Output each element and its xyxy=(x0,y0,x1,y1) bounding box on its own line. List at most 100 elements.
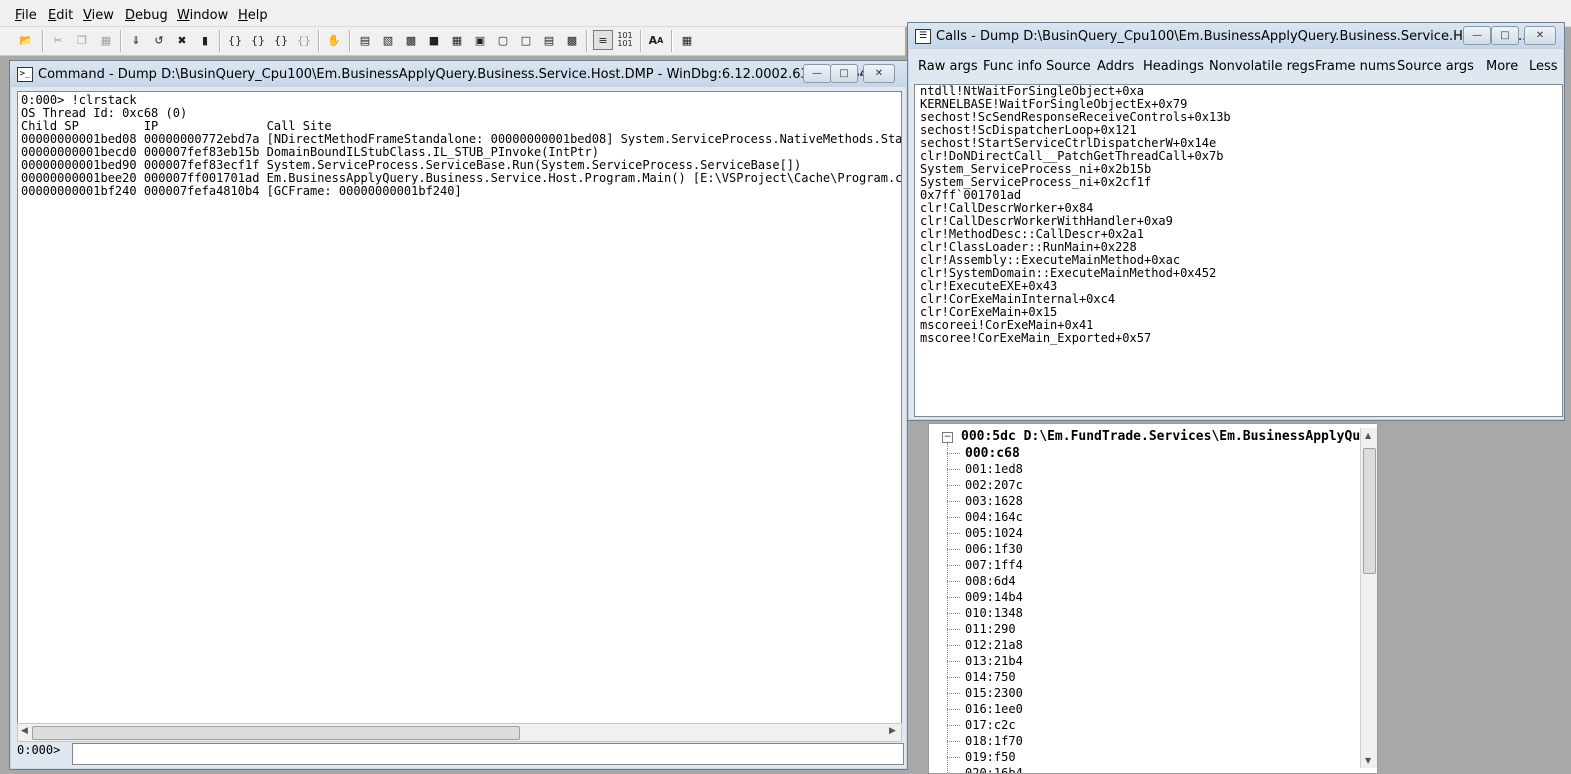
command-input[interactable] xyxy=(72,743,904,765)
menu-window[interactable]: Window xyxy=(177,8,228,23)
stack-frame[interactable]: mscoree!CorExeMain_Exported+0x57 xyxy=(915,332,1562,345)
step-out-icon[interactable]: {} xyxy=(271,30,291,50)
step-over-icon[interactable]: {} xyxy=(248,30,268,50)
collapse-icon[interactable]: − xyxy=(942,432,953,443)
thread-label: 014:750 xyxy=(965,670,1016,684)
scroll-left-icon[interactable]: ◀ xyxy=(21,726,28,736)
processes-threads-icon[interactable]: ▤ xyxy=(539,30,559,50)
frame-nums-button[interactable]: Frame nums xyxy=(1315,59,1396,74)
call-stack-window-icon[interactable]: ▣ xyxy=(470,30,490,50)
source-mode-on-icon[interactable]: ≡ xyxy=(593,30,613,50)
maximize-button[interactable]: □ xyxy=(830,64,858,83)
thread-item[interactable]: 004:164c xyxy=(947,510,1023,524)
locals-window-icon[interactable]: ▩ xyxy=(401,30,421,50)
less-button[interactable]: Less xyxy=(1529,59,1558,74)
menu-file[interactable]: File xyxy=(15,8,37,23)
thread-item[interactable]: 009:14b4 xyxy=(947,590,1023,604)
stop-debugging-icon[interactable]: ✖ xyxy=(172,30,192,50)
tree-branch xyxy=(947,517,960,518)
binary-icon[interactable]: 101 101 xyxy=(615,30,635,50)
scrollbar-thumb[interactable] xyxy=(1363,448,1376,574)
thread-item[interactable]: 006:1f30 xyxy=(947,542,1023,556)
thread-item[interactable]: 011:290 xyxy=(947,622,1016,636)
source-mode-icon[interactable]: ▩ xyxy=(562,30,582,50)
headings-button[interactable]: Headings xyxy=(1143,59,1204,74)
thread-item[interactable]: 017:c2c xyxy=(947,718,1016,732)
step-into-icon[interactable]: {} xyxy=(225,30,245,50)
thread-item[interactable]: 014:750 xyxy=(947,670,1016,684)
thread-item[interactable]: 012:21a8 xyxy=(947,638,1023,652)
cut-icon[interactable]: ✂ xyxy=(48,30,68,50)
source-args-button[interactable]: Source args xyxy=(1397,59,1474,74)
thread-item[interactable]: 013:21b4 xyxy=(947,654,1023,668)
thread-item[interactable]: 015:2300 xyxy=(947,686,1023,700)
source-button[interactable]: Source xyxy=(1046,59,1091,74)
thread-item[interactable]: 002:207c xyxy=(947,478,1023,492)
scroll-up-icon[interactable]: ▲ xyxy=(1365,431,1371,440)
thread-item[interactable]: 016:1ee0 xyxy=(947,702,1023,716)
thread-item[interactable]: 003:1628 xyxy=(947,494,1023,508)
thread-item[interactable]: 020:16b4 xyxy=(947,766,1023,773)
menu-help[interactable]: Help xyxy=(238,8,268,23)
nonvolatile-regs-button[interactable]: Nonvolatile regs xyxy=(1209,59,1315,74)
watch-window-icon[interactable]: ▧ xyxy=(378,30,398,50)
close-button[interactable]: ✕ xyxy=(1524,26,1556,45)
restart-icon[interactable]: ↺ xyxy=(149,30,169,50)
go-icon[interactable]: ⇓ xyxy=(126,30,146,50)
thread-item[interactable]: 005:1024 xyxy=(947,526,1023,540)
scrollbar-thumb[interactable] xyxy=(32,726,520,740)
command-output[interactable]: 0:000> !clrstack OS Thread Id: 0xc68 (0) C… xyxy=(17,91,902,725)
minimize-button[interactable]: — xyxy=(1463,26,1491,45)
thread-item[interactable]: 019:f50 xyxy=(947,750,1016,764)
thread-label: 011:290 xyxy=(965,622,1016,636)
tree-branch xyxy=(947,469,960,470)
thread-item[interactable]: 018:1f70 xyxy=(947,734,1023,748)
menu-view[interactable]: View xyxy=(83,8,114,23)
open-folder-icon[interactable]: 📂 xyxy=(16,30,36,50)
scroll-right-icon[interactable]: ▶ xyxy=(889,726,896,736)
font-icon[interactable]: AA xyxy=(646,30,666,50)
paste-icon[interactable]: ▦ xyxy=(96,30,116,50)
scroll-down-icon[interactable]: ▼ xyxy=(1365,756,1371,765)
close-button[interactable]: ✕ xyxy=(863,64,895,83)
run-to-cursor-icon[interactable]: {} xyxy=(294,30,314,50)
thread-item-current[interactable]: 000:c68 xyxy=(947,446,1020,461)
scratch-pad-icon[interactable]: □ xyxy=(516,30,536,50)
thread-item[interactable]: 010:1348 xyxy=(947,606,1023,620)
thread-label: 005:1024 xyxy=(965,526,1023,540)
thread-item[interactable]: 007:1ff4 xyxy=(947,558,1023,572)
command-window-title: Command - Dump D:\BusinQuery_Cpu100\Em.B… xyxy=(38,67,868,82)
thread-label: 007:1ff4 xyxy=(965,558,1023,572)
calls-window-titlebar[interactable]: ☰ Calls - Dump D:\BusinQuery_Cpu100\Em.B… xyxy=(908,23,1564,49)
tree-branch xyxy=(947,709,960,710)
minimize-button[interactable]: — xyxy=(803,64,831,83)
registers-window-icon[interactable]: ■ xyxy=(424,30,444,50)
command-window-icon[interactable]: ▤ xyxy=(355,30,375,50)
thread-label: 004:164c xyxy=(965,510,1023,524)
maximize-button[interactable]: □ xyxy=(1491,26,1519,45)
tree-branch xyxy=(947,613,960,614)
horizontal-scrollbar[interactable]: ◀ ▶ xyxy=(17,723,902,742)
thread-label: 006:1f30 xyxy=(965,542,1023,556)
raw-args-button[interactable]: Raw args xyxy=(918,59,978,74)
thread-label: 010:1348 xyxy=(965,606,1023,620)
vertical-scrollbar[interactable]: ▲ ▼ xyxy=(1360,428,1377,768)
more-button[interactable]: More xyxy=(1486,59,1518,74)
thread-item[interactable]: 008:6d4 xyxy=(947,574,1016,588)
hand-icon[interactable]: ✋ xyxy=(324,30,344,50)
options-icon[interactable]: ▦ xyxy=(677,30,697,50)
call-stack-list[interactable]: ntdll!NtWaitForSingleObject+0xa KERNELBAS… xyxy=(914,84,1563,417)
command-window-titlebar[interactable]: >_ Command - Dump D:\BusinQuery_Cpu100\E… xyxy=(10,61,907,87)
tree-branch xyxy=(947,677,960,678)
func-info-button[interactable]: Func info xyxy=(983,59,1042,74)
menu-debug[interactable]: Debug xyxy=(125,8,168,23)
toolbar-separator xyxy=(219,30,221,52)
disassembly-window-icon[interactable]: ▢ xyxy=(493,30,513,50)
copy-icon[interactable]: ❐ xyxy=(72,30,92,50)
menu-edit[interactable]: Edit xyxy=(48,8,73,23)
break-icon[interactable]: ▮ xyxy=(195,30,215,50)
addrs-button[interactable]: Addrs xyxy=(1097,59,1134,74)
thread-item[interactable]: 001:1ed8 xyxy=(947,462,1023,476)
memory-window-icon[interactable]: ▦ xyxy=(447,30,467,50)
process-node[interactable]: 000:5dc D:\Em.FundTrade.Services\Em.Busi… xyxy=(961,429,1377,444)
